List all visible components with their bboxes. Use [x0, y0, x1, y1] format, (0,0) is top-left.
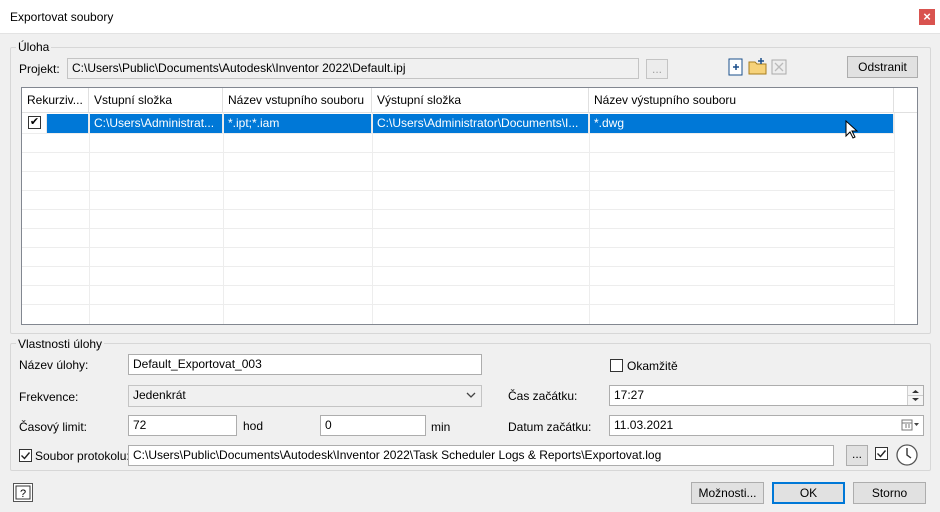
row-checkbox-cell[interactable]: ✔ [22, 114, 47, 133]
remove-item-icon[interactable] [769, 57, 789, 77]
task-name-input[interactable]: Default_Exportovat_003 [128, 354, 482, 375]
help-button[interactable]: ? [13, 483, 33, 502]
title-bar [0, 0, 940, 34]
start-time-input[interactable]: 17:27 [609, 385, 924, 406]
time-limit-hours-input[interactable]: 72 [128, 415, 237, 436]
time-spinner[interactable] [907, 386, 923, 405]
minutes-unit-label: min [431, 420, 451, 434]
add-folder-icon[interactable] [747, 56, 767, 76]
options-button[interactable]: Možnosti... [691, 482, 764, 504]
chevron-down-icon [466, 389, 476, 404]
column-header-input-file[interactable]: Název vstupního souboru [223, 88, 372, 113]
cancel-button[interactable]: Storno [853, 482, 926, 504]
task-name-label: Název úlohy: [19, 358, 89, 372]
clock-icon[interactable] [895, 443, 919, 470]
start-time-label: Čas začátku: [508, 389, 578, 403]
frequency-label: Frekvence: [19, 390, 79, 404]
column-header-output-file[interactable]: Název výstupního souboru [589, 88, 894, 113]
table-cell-output-folder[interactable]: C:\Users\Administrator\Documents\I... [372, 114, 589, 133]
table-cell-input-file[interactable]: *.ipt;*.iam [223, 114, 372, 133]
table-cell-input-folder[interactable]: C:\Users\Administrat... [89, 114, 223, 133]
remove-button[interactable]: Odstranit [847, 56, 918, 78]
immediate-checkbox[interactable] [610, 359, 623, 372]
task-group-legend: Úloha [16, 40, 52, 54]
column-header-input-folder[interactable]: Vstupní složka [89, 88, 223, 113]
calendar-icon[interactable] [901, 418, 919, 435]
recursive-checkbox[interactable]: ✔ [28, 116, 41, 129]
project-field[interactable]: C:\Users\Public\Documents\Autodesk\Inven… [67, 58, 639, 79]
start-date-value: 11.03.2021 [614, 418, 674, 432]
time-limit-label: Časový limit: [19, 420, 88, 434]
log-file-checkbox[interactable] [19, 449, 32, 462]
log-file-input[interactable]: C:\Users\Public\Documents\Autodesk\Inven… [128, 445, 834, 466]
close-button[interactable]: × [919, 9, 935, 25]
frequency-select[interactable]: Jedenkrát [128, 385, 482, 407]
project-browse-button[interactable]: ... [646, 59, 668, 79]
mouse-cursor-icon [845, 119, 859, 143]
log-file-label: Soubor protokolu: [35, 449, 130, 463]
start-date-input[interactable]: 11.03.2021 [609, 415, 924, 436]
hours-unit-label: hod [243, 419, 264, 433]
task-grid[interactable]: Rekurziv... Vstupní složka Název vstupní… [21, 87, 918, 325]
start-date-label: Datum začátku: [508, 420, 592, 434]
column-header-recursive[interactable]: Rekurziv... [22, 88, 89, 113]
immediate-label: Okamžitě [627, 359, 678, 373]
properties-group-legend: Vlastnosti úlohy [16, 337, 105, 351]
window-title: Exportovat soubory [10, 10, 114, 24]
log-enable-checkbox[interactable] [875, 447, 888, 460]
project-label: Projekt: [19, 62, 60, 76]
ok-button[interactable]: OK [772, 482, 845, 504]
time-limit-minutes-input[interactable]: 0 [320, 415, 426, 436]
log-browse-button[interactable]: ... [846, 445, 868, 466]
column-header-output-folder[interactable]: Výstupní složka [372, 88, 589, 113]
start-time-value: 17:27 [614, 388, 645, 402]
add-task-icon[interactable] [726, 57, 746, 77]
table-cell[interactable] [47, 114, 89, 133]
column-header-filler [894, 88, 917, 113]
svg-text:?: ? [20, 488, 26, 500]
frequency-value: Jedenkrát [133, 388, 186, 402]
